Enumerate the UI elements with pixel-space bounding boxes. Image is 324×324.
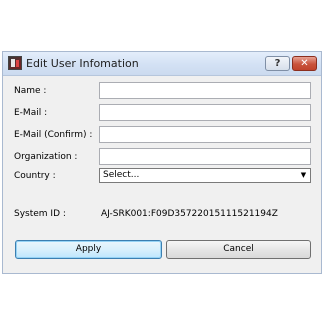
name-field[interactable] [99,82,311,99]
organization-label: Organization : [14,152,78,162]
email-confirm-label: E-Mail (Confirm) : [14,130,93,140]
email-label: E-Mail : [14,108,48,118]
apply-button[interactable]: Apply [15,240,162,259]
help-icon: ? [274,58,281,69]
window-title: Edit User Infomation [26,57,139,70]
organization-field[interactable] [99,148,311,165]
app-icon [8,56,22,70]
email-field[interactable] [99,104,311,121]
edit-user-dialog: Edit User Infomation ? ✕ Name : E-Mail :… [2,51,322,274]
country-selected-value: Select... [103,170,140,180]
help-button[interactable]: ? [265,56,290,71]
system-id-value: AJ-SRK001:F09D35722015111521194Z [101,209,278,219]
country-label: Country : [14,171,56,181]
email-confirm-field[interactable] [99,126,311,143]
title-bar[interactable]: Edit User Infomation ? ✕ [3,52,321,76]
system-id-label: System ID : [14,209,66,219]
cancel-button[interactable]: Cancel [166,240,311,259]
chevron-down-icon[interactable]: ▼ [299,171,308,180]
close-icon: ✕ [300,58,309,69]
name-label: Name : [14,86,47,96]
screen: Edit User Infomation ? ✕ Name : E-Mail :… [0,0,324,324]
country-select[interactable]: Select... ▼ [99,168,311,183]
close-button[interactable]: ✕ [292,56,317,71]
